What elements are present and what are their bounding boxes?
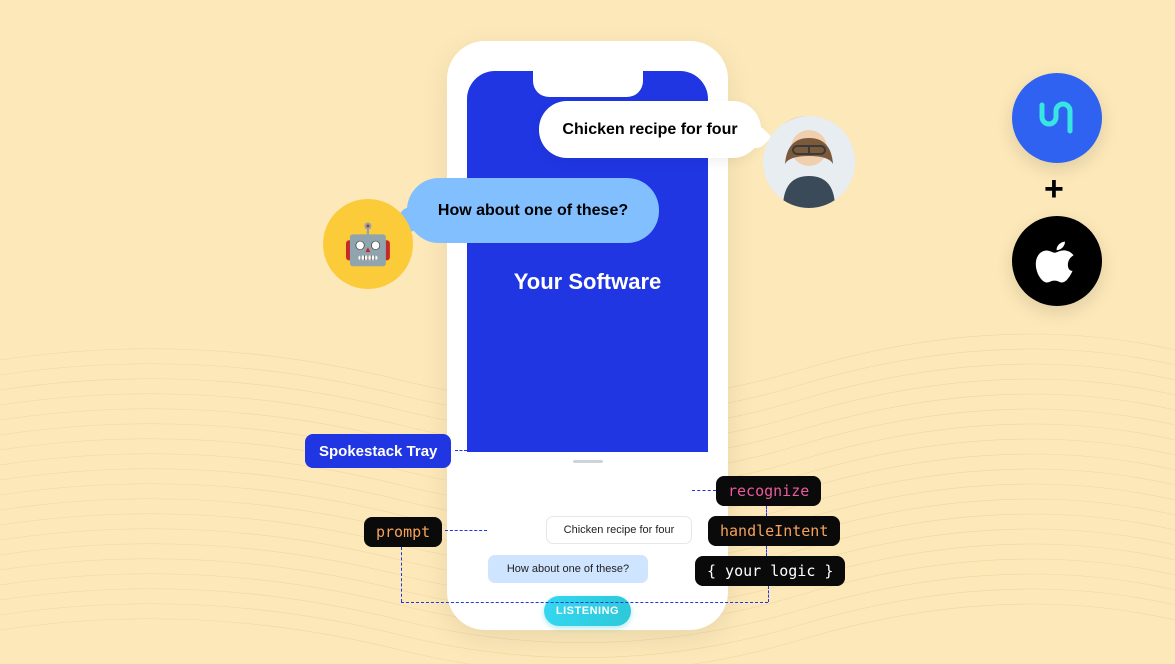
connector-line [766, 506, 767, 516]
connector-line [692, 490, 716, 491]
spokestack-tray[interactable]: Chicken recipe for four How about one of… [467, 452, 708, 607]
connector-line [401, 602, 768, 603]
connector-line [445, 530, 487, 531]
tray-label: Spokestack Tray [305, 434, 451, 468]
connector-line [401, 547, 402, 602]
user-speech-bubble: Chicken recipe for four [539, 101, 761, 158]
app-title: Your Software [467, 269, 708, 295]
bot-speech-bubble: How about one of these? [407, 178, 659, 243]
phone-notch [533, 71, 643, 97]
tray-user-message: Chicken recipe for four [546, 516, 692, 544]
user-avatar [763, 116, 855, 208]
plus-icon: + [1044, 170, 1064, 209]
listening-button[interactable]: LISTENING [544, 596, 631, 626]
code-handle-intent: handleIntent [708, 516, 840, 546]
drag-handle-icon[interactable] [573, 460, 603, 463]
tray-bot-message: How about one of these? [488, 555, 648, 583]
bot-avatar-icon: 🤖 [323, 199, 413, 289]
connector-line [768, 586, 769, 602]
code-prompt: prompt [364, 517, 442, 547]
connector-line [766, 546, 767, 556]
spokestack-logo-icon [1012, 73, 1102, 163]
code-your-logic: { your logic } [695, 556, 845, 586]
connector-line [455, 450, 467, 451]
code-recognize: recognize [716, 476, 821, 506]
apple-logo-icon [1012, 216, 1102, 306]
